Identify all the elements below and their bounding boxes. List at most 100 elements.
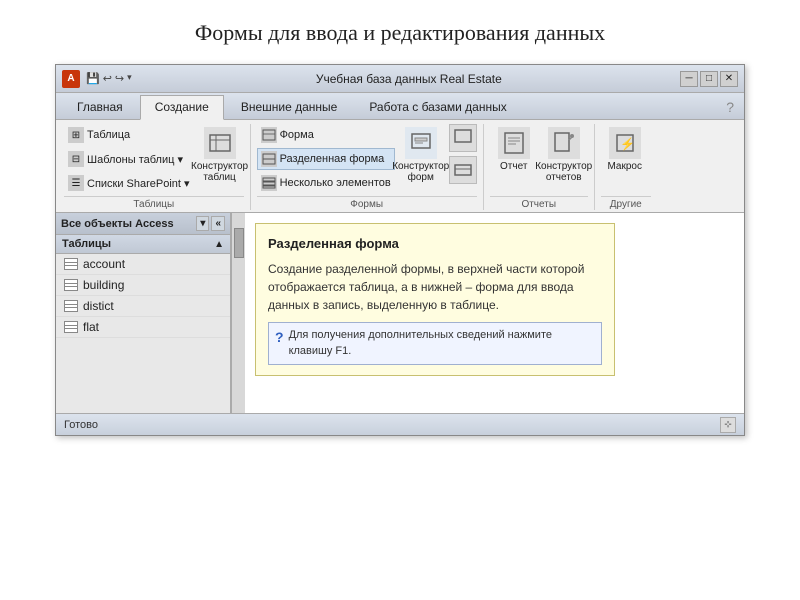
ribbon-group-tables: ⊞ Таблица ⊟ Шаблоны таблиц ▾ ☰ Списки Sh… bbox=[60, 124, 251, 210]
form-designer-label: Конструктор форм bbox=[392, 161, 449, 183]
table-icon-building bbox=[64, 279, 78, 291]
page-title: Формы для ввода и редактирования данных bbox=[195, 20, 605, 46]
nav-item-building[interactable]: building bbox=[56, 275, 230, 296]
undo-quick-icon[interactable]: ↩ bbox=[103, 72, 112, 85]
status-bar: Готово ⊹ bbox=[56, 413, 744, 435]
nav-items: account building distict flat bbox=[56, 254, 230, 413]
forms-group-label: Формы bbox=[257, 196, 477, 210]
other-group-content: ⚡ Макрос bbox=[601, 124, 651, 194]
table-templates-label: Шаблоны таблиц ▾ bbox=[87, 153, 183, 166]
tab-glavnaya[interactable]: Главная bbox=[62, 95, 138, 119]
split-form-icon bbox=[261, 151, 277, 167]
split-form-button[interactable]: Разделенная форма bbox=[257, 148, 395, 170]
other-group-label: Другие bbox=[601, 196, 651, 210]
dropdown-quick-icon[interactable]: ▾ bbox=[127, 72, 132, 85]
app-logo: A bbox=[62, 70, 80, 88]
nav-panel: Все объекты Access ▾ « Таблицы ▲ account… bbox=[56, 213, 231, 413]
tooltip-area: Разделенная форма Создание разделенной ф… bbox=[245, 213, 744, 413]
table-templates-button[interactable]: ⊟ Шаблоны таблиц ▾ bbox=[64, 148, 194, 170]
report-designer-button[interactable]: Конструктор отчетов bbox=[540, 124, 588, 186]
ribbon-collapse-icon[interactable]: ? bbox=[722, 95, 738, 119]
nav-item-label-distict: distict bbox=[83, 299, 114, 313]
nav-section-title: Таблицы bbox=[62, 238, 111, 250]
table-icon-distict bbox=[64, 300, 78, 312]
tab-rabota[interactable]: Работа с базами данных bbox=[354, 95, 521, 119]
forms-group-content: Форма Разделенная форма Несколько элемен… bbox=[257, 124, 477, 194]
ribbon-body: ⊞ Таблица ⊟ Шаблоны таблиц ▾ ☰ Списки Sh… bbox=[56, 120, 744, 213]
sharepoint-icon: ☰ bbox=[68, 175, 84, 191]
table-templates-icon: ⊟ bbox=[68, 151, 84, 167]
multi-items-label: Несколько элементов bbox=[280, 177, 391, 189]
table-designer-label: Конструктор таблиц bbox=[191, 161, 248, 183]
nav-section-toggle[interactable]: ▲ bbox=[214, 239, 224, 250]
hint-icon: ? bbox=[275, 327, 284, 348]
nav-item-distict[interactable]: distict bbox=[56, 296, 230, 317]
tab-vneshnie[interactable]: Внешние данные bbox=[226, 95, 353, 119]
ribbon-group-other: ⚡ Макрос Другие bbox=[597, 124, 657, 210]
more-forms-icon2[interactable] bbox=[449, 156, 477, 184]
nav-item-account[interactable]: account bbox=[56, 254, 230, 275]
nav-section-header: Таблицы ▲ bbox=[56, 235, 230, 254]
reports-group-label: Отчеты bbox=[490, 196, 588, 210]
app-window: A 💾 ↩ ↪ ▾ Учебная база данных Real Estat… bbox=[55, 64, 745, 436]
nav-item-label-account: account bbox=[83, 257, 125, 271]
table-label: Таблица bbox=[87, 129, 130, 141]
report-designer-label: Конструктор отчетов bbox=[535, 161, 592, 183]
status-text: Готово bbox=[64, 419, 98, 431]
svg-text:⚡: ⚡ bbox=[620, 137, 635, 151]
macro-button[interactable]: ⚡ Макрос bbox=[601, 124, 649, 175]
ribbon-tabs: Главная Создание Внешние данные Работа с… bbox=[56, 93, 744, 120]
reports-group-content: Отчет Конструктор отчетов bbox=[490, 124, 588, 194]
report-button[interactable]: Отчет bbox=[490, 124, 538, 175]
macro-label: Макрос bbox=[607, 161, 642, 172]
macro-icon: ⚡ bbox=[609, 127, 641, 159]
nav-scroll-thumb[interactable] bbox=[234, 228, 244, 258]
split-form-label: Разделенная форма bbox=[280, 153, 385, 165]
multi-items-icon bbox=[261, 175, 277, 191]
tab-sozdanie[interactable]: Создание bbox=[140, 95, 224, 120]
window-title: Учебная база данных Real Estate bbox=[138, 72, 680, 86]
minimize-button[interactable]: ─ bbox=[680, 71, 698, 87]
close-button[interactable]: ✕ bbox=[720, 71, 738, 87]
save-quick-icon[interactable]: 💾 bbox=[86, 72, 100, 85]
resize-grip-icon: ⊹ bbox=[720, 417, 736, 433]
form-designer-button[interactable]: Конструктор форм bbox=[397, 124, 445, 186]
table-button[interactable]: ⊞ Таблица bbox=[64, 124, 194, 146]
main-area: Все объекты Access ▾ « Таблицы ▲ account… bbox=[56, 213, 744, 413]
form-button[interactable]: Форма bbox=[257, 124, 395, 146]
tooltip-box: Разделенная форма Создание разделенной ф… bbox=[255, 223, 615, 376]
nav-collapse-button[interactable]: « bbox=[211, 216, 225, 231]
report-label: Отчет bbox=[500, 161, 527, 172]
more-forms-icon1[interactable] bbox=[449, 124, 477, 152]
nav-item-label-flat: flat bbox=[83, 320, 99, 334]
tables-group-label: Таблицы bbox=[64, 196, 244, 210]
form-label: Форма bbox=[280, 129, 314, 141]
table-designer-icon bbox=[204, 127, 236, 159]
table-designer-button[interactable]: Конструктор таблиц bbox=[196, 124, 244, 186]
tables-group-content: ⊞ Таблица ⊟ Шаблоны таблиц ▾ ☰ Списки Sh… bbox=[64, 124, 244, 194]
multi-items-button[interactable]: Несколько элементов bbox=[257, 172, 395, 194]
nav-header: Все объекты Access ▾ « bbox=[56, 213, 230, 235]
sharepoint-button[interactable]: ☰ Списки SharePoint ▾ bbox=[64, 172, 194, 194]
nav-filter-button[interactable]: ▾ bbox=[196, 216, 209, 231]
tooltip-hint: ? Для получения дополнительных сведений … bbox=[268, 322, 602, 365]
nav-header-title: Все объекты Access bbox=[61, 218, 194, 230]
title-bar: A 💾 ↩ ↪ ▾ Учебная база данных Real Estat… bbox=[56, 65, 744, 93]
sharepoint-label: Списки SharePoint ▾ bbox=[87, 177, 190, 190]
report-icon bbox=[498, 127, 530, 159]
table-icon: ⊞ bbox=[68, 127, 84, 143]
redo-quick-icon[interactable]: ↪ bbox=[115, 72, 124, 85]
window-controls: ─ □ ✕ bbox=[680, 71, 738, 87]
ribbon-group-forms: Форма Разделенная форма Несколько элемен… bbox=[253, 124, 484, 210]
nav-item-label-building: building bbox=[83, 278, 124, 292]
quick-access-toolbar: 💾 ↩ ↪ ▾ bbox=[86, 72, 132, 85]
table-icon-flat bbox=[64, 321, 78, 333]
nav-item-flat[interactable]: flat bbox=[56, 317, 230, 338]
table-icon-account bbox=[64, 258, 78, 270]
nav-scrollbar[interactable] bbox=[231, 213, 245, 413]
tooltip-title: Разделенная форма bbox=[268, 234, 602, 254]
tooltip-body: Создание разделенной формы, в верхней ча… bbox=[268, 260, 602, 314]
form-designer-icon bbox=[405, 127, 437, 159]
maximize-button[interactable]: □ bbox=[700, 71, 718, 87]
form-icon bbox=[261, 127, 277, 143]
